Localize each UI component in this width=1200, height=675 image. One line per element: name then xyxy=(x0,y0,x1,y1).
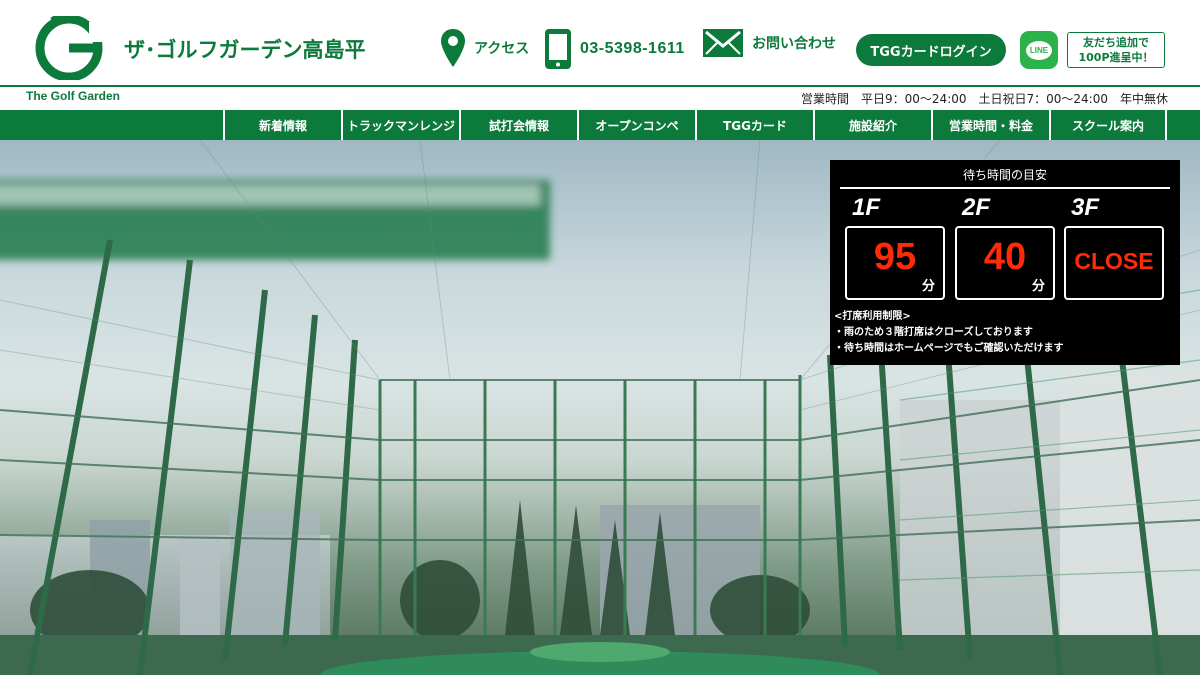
line-icon-text: LINE xyxy=(1026,40,1052,60)
golf-garden-logo[interactable] xyxy=(34,16,104,80)
line-friend-promo-button[interactable]: 友だち追加で 100P進呈中！ xyxy=(1067,32,1165,68)
access-label: アクセス xyxy=(474,41,530,57)
nav-item-demo-events[interactable]: 試打会情報 xyxy=(459,110,577,140)
nav-item-school[interactable]: スクール案内 xyxy=(1049,110,1167,140)
floor-3f-label: 3F xyxy=(1071,194,1100,221)
contact-label: お問い合わせ xyxy=(752,36,836,52)
nav-item-open-competition[interactable]: オープンコンペ xyxy=(577,110,695,140)
access-link[interactable]: アクセス xyxy=(440,28,529,68)
main-nav: 新着情報 トラックマンレンジ 試打会情報 オープンコンペ TGGカード 施設紹介… xyxy=(0,110,1200,140)
site-header: ザ･ゴルフガーデン高島平 アクセス 03-5398-1611 お問い合わせ TG… xyxy=(0,0,1200,87)
floor-1f-unit: 分 xyxy=(921,279,935,294)
note-item: ・待ち時間はホームページでもご確認いただけます xyxy=(834,343,1064,354)
map-pin-icon xyxy=(441,29,465,67)
business-hours: 営業時間 平日9：00〜24:00 土日祝日7：00〜24:00 年中無休 xyxy=(801,92,1168,106)
note-item: ・雨のため３階打席はクローズしております xyxy=(834,327,1033,338)
phone-link[interactable]: 03-5398-1611 xyxy=(544,28,685,70)
floor-2f-minutes: 40 xyxy=(983,236,1027,278)
nav-item-tgg-card[interactable]: TGGカード xyxy=(695,110,813,140)
line-icon[interactable]: LINE xyxy=(1020,31,1058,69)
floor-2f-wait: 40 分 xyxy=(955,226,1055,300)
floor-1f-label: 1F xyxy=(852,194,881,221)
header-divider xyxy=(0,85,1200,87)
floor-2f-label: 2F xyxy=(962,194,991,221)
line-promo-line2: 100P進呈中！ xyxy=(1078,51,1154,64)
floor-2f-unit: 分 xyxy=(1031,279,1045,294)
blurred-sign xyxy=(0,180,550,260)
wait-time-title: 待ち時間の目安 xyxy=(840,166,1170,189)
nav-items: 新着情報 トラックマンレンジ 試打会情報 オープンコンペ TGGカード 施設紹介… xyxy=(223,110,1167,140)
notes-heading: <打席利用制限> xyxy=(834,311,911,322)
nav-item-trackman-range[interactable]: トラックマンレンジ xyxy=(341,110,459,140)
floor-3f-status: CLOSE xyxy=(1074,248,1154,274)
line-promo-line1: 友だち追加で xyxy=(1083,36,1149,49)
mail-icon xyxy=(703,29,743,57)
nav-item-hours-fees[interactable]: 営業時間・料金 xyxy=(931,110,1049,140)
wait-notes: <打席利用制限> ・雨のため３階打席はクローズしております ・待ち時間はホームペ… xyxy=(834,309,1064,357)
nav-item-facilities[interactable]: 施設紹介 xyxy=(813,110,931,140)
floor-1f-minutes: 95 xyxy=(873,236,917,278)
sub-brand: The Golf Garden xyxy=(26,89,121,103)
wait-time-panel: 待ち時間の目安 1F 2F 3F 95 分 40 分 CLOSE <打席利用制限… xyxy=(830,160,1180,365)
brand-name[interactable]: ザ･ゴルフガーデン高島平 xyxy=(124,34,366,64)
phone-number: 03-5398-1611 xyxy=(580,40,685,57)
tgg-card-login-button[interactable]: TGGカードログイン xyxy=(856,34,1006,66)
nav-item-news[interactable]: 新着情報 xyxy=(223,110,341,140)
smartphone-icon xyxy=(545,29,571,69)
contact-link[interactable]: お問い合わせ xyxy=(702,28,836,58)
floor-3f-wait: CLOSE xyxy=(1064,226,1164,300)
floor-1f-wait: 95 分 xyxy=(845,226,945,300)
